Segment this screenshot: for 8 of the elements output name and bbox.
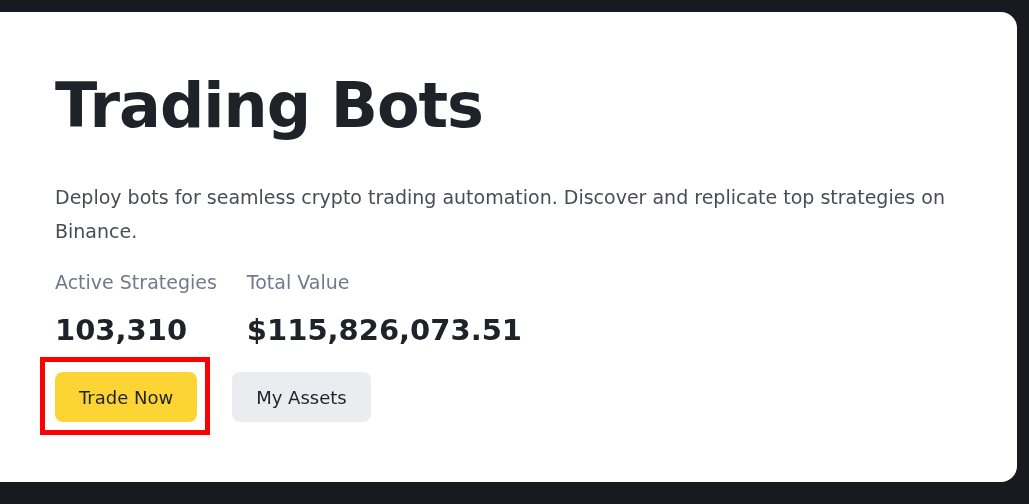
assets-button[interactable]: My Assets (232, 372, 371, 422)
trade-button[interactable]: Trade Now (55, 372, 198, 422)
description: Deploy bots for seamless crypto trading automation. Discover and replicate top strategies on Binance. (55, 185, 946, 244)
stat-label: Total Value (246, 270, 351, 295)
stat-value: $115,826,073.51 (246, 312, 523, 348)
stat-value: 103,310 (55, 312, 189, 348)
page-title: Trading Bots (55, 68, 485, 144)
stat-label: Active Strategies (55, 270, 217, 295)
